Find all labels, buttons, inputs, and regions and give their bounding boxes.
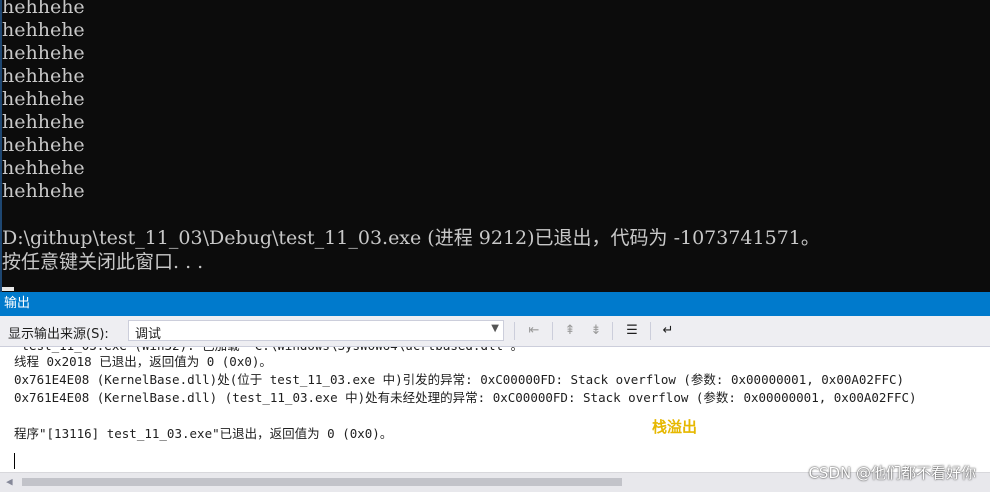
clear-all-icon[interactable]: ☰ bbox=[622, 321, 642, 341]
chevron-down-icon: ▼ bbox=[491, 323, 499, 334]
console-line: hehhehe bbox=[2, 157, 85, 179]
toolbar-separator bbox=[514, 322, 515, 340]
output-line: 线程 0x2018 已退出，返回值为 0 (0x0)。 bbox=[14, 354, 272, 369]
stack-overflow-annotation: 栈溢出 bbox=[652, 418, 698, 436]
output-title: 输出 bbox=[4, 296, 31, 311]
previous-message-icon[interactable]: ⇞ bbox=[560, 321, 580, 341]
console-line: hehhehe bbox=[2, 42, 85, 64]
source-dropdown[interactable]: 调试 ▼ bbox=[128, 320, 504, 342]
toolbar-separator bbox=[612, 322, 613, 340]
scroll-left-icon[interactable]: ◀ bbox=[6, 475, 13, 488]
console-line: hehhehe bbox=[2, 180, 85, 202]
output-line: 程序"[13116] test_11_03.exe"已退出，返回值为 0 (0x… bbox=[14, 426, 393, 441]
console-press-key: 按任意键关闭此窗口. . . bbox=[2, 251, 204, 273]
scrollbar-thumb[interactable] bbox=[22, 478, 622, 486]
word-wrap-icon[interactable]: ↵ bbox=[658, 321, 678, 341]
console-window: hehhehe hehhehe hehhehe hehhehe hehhehe … bbox=[0, 0, 990, 292]
console-line: hehhehe bbox=[2, 19, 85, 41]
console-line: hehhehe bbox=[2, 111, 85, 133]
find-message-icon[interactable]: ⇤ bbox=[524, 321, 544, 341]
output-text-area[interactable]: "test_11_03.exe"(Win32): 已加载 "C:\Windows… bbox=[0, 346, 990, 473]
console-line: hehhehe bbox=[2, 88, 85, 110]
console-line: hehhehe bbox=[2, 0, 85, 18]
output-titlebar[interactable]: 输出 bbox=[0, 292, 990, 316]
toolbar-separator bbox=[552, 322, 553, 340]
output-line: 0x761E4E08 (KernelBase.dll)处(位于 test_11_… bbox=[14, 372, 905, 387]
console-cursor bbox=[2, 287, 14, 291]
source-value: 调试 bbox=[135, 327, 162, 342]
next-message-icon[interactable]: ⇟ bbox=[586, 321, 606, 341]
watermark: CSDN @他们都不看好你 bbox=[808, 464, 976, 482]
console-line: hehhehe bbox=[2, 65, 85, 87]
console-exit-message: D:\githup\test_11_03\Debug\test_11_03.ex… bbox=[2, 227, 820, 249]
toolbar-separator bbox=[650, 322, 651, 340]
console-line: hehhehe bbox=[2, 134, 85, 156]
output-toolbar: 显示输出来源(S): 调试 ▼ ⇤ ⇞ ⇟ ☰ ↵ bbox=[0, 316, 990, 346]
text-caret bbox=[14, 453, 15, 469]
output-line: "test_11_03.exe"(Win32): 已加载 "C:\Windows… bbox=[14, 347, 523, 354]
output-line: 0x761E4E08 (KernelBase.dll) (test_11_03.… bbox=[14, 390, 917, 405]
source-label: 显示输出来源(S): bbox=[8, 327, 109, 342]
